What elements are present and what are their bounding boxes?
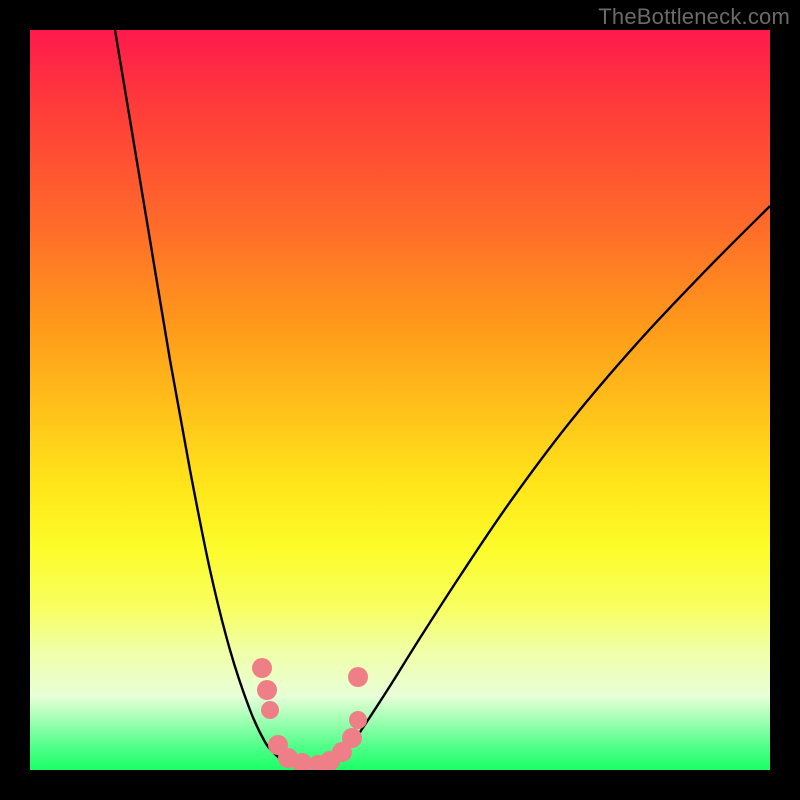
marker-dot (261, 701, 279, 719)
marker-group (252, 658, 368, 770)
chart-frame: TheBottleneck.com (0, 0, 800, 800)
marker-dot (342, 728, 362, 748)
right-branch-path (335, 206, 770, 763)
marker-dot (349, 711, 367, 729)
plot-area (30, 30, 770, 770)
curve-svg (30, 30, 770, 770)
left-branch-path (115, 30, 288, 763)
marker-dot (257, 680, 277, 700)
watermark-text: TheBottleneck.com (598, 4, 790, 30)
marker-dot (348, 667, 368, 687)
marker-dot (252, 658, 272, 678)
